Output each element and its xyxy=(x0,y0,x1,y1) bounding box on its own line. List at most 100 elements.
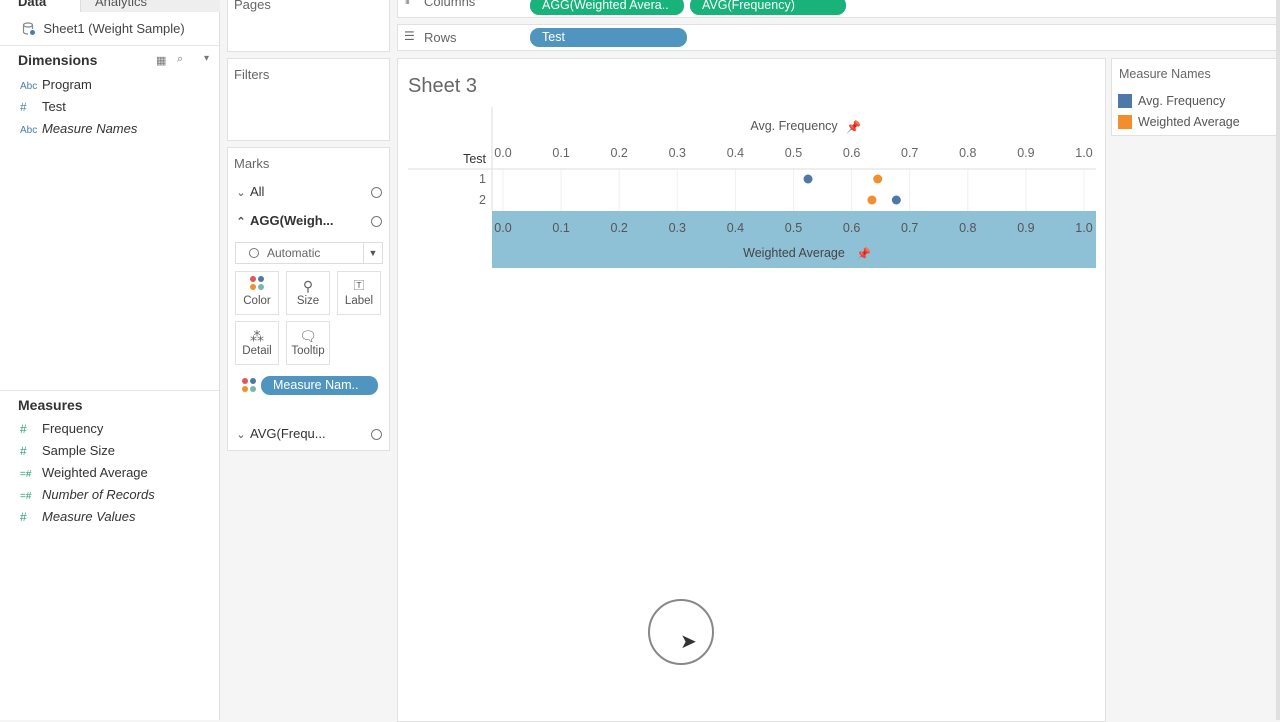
legend-swatch xyxy=(1118,115,1132,129)
field-label: Weighted Average xyxy=(42,465,148,480)
marks-agg-row[interactable]: ⌃ AGG(Weigh... xyxy=(228,208,388,234)
circle-mark-icon xyxy=(371,429,382,440)
string-type-icon: Abc xyxy=(20,125,38,136)
field-frequency[interactable]: # Frequency xyxy=(20,419,103,439)
bottom-tick-label: 0.7 xyxy=(901,221,918,235)
field-measure-values[interactable]: # Measure Values xyxy=(20,507,135,527)
row-labels: 12 xyxy=(479,172,486,207)
top-axis-title: Avg. Frequency xyxy=(750,119,838,133)
field-label: Measure Names xyxy=(42,121,138,136)
bottom-tick-label: 0.2 xyxy=(611,221,628,235)
legend-item-weighted-average[interactable]: Weighted Average xyxy=(1118,113,1240,131)
tooltip-label: Tooltip xyxy=(291,345,325,357)
bottom-tick-label: 1.0 xyxy=(1075,221,1092,235)
datasource-item[interactable]: Sheet1 (Weight Sample) xyxy=(22,21,185,36)
datasource-name: Sheet1 (Weight Sample) xyxy=(43,21,185,36)
right-scrollbar[interactable] xyxy=(1276,0,1280,720)
label-icon: 🅃 xyxy=(353,280,365,292)
view-toggle-icon[interactable]: ▦ xyxy=(156,54,166,67)
color-button[interactable]: Color xyxy=(235,271,279,315)
legend-title: Measure Names xyxy=(1119,67,1211,81)
search-icon[interactable]: ⌕ xyxy=(177,53,183,66)
filters-shelf[interactable]: Filters xyxy=(227,58,390,141)
string-type-icon: Abc xyxy=(20,81,38,92)
marks-avg-row[interactable]: ⌄ AVG(Frequ... xyxy=(228,421,388,447)
tab-data[interactable]: Data xyxy=(0,0,80,12)
top-tick-label: 0.9 xyxy=(1017,146,1034,160)
mark-type-value: Automatic xyxy=(267,246,321,260)
marks-card: Marks ⌄ All ⌃ AGG(Weigh... Automatic ▼ Col… xyxy=(227,147,390,451)
top-tick-label: 0.0 xyxy=(494,146,511,160)
tooltip-button[interactable]: 🗨 Tooltip xyxy=(286,321,330,365)
data-point xyxy=(867,195,877,205)
measures-title: Measures xyxy=(18,397,83,413)
top-axis-ticks: 0.0 0.1 0.2 0.3 0.4 0.5 0.6 0.7 0.8 0.9 1.0 xyxy=(494,146,1092,160)
chart-marks xyxy=(803,174,901,205)
size-icon: ⚲ xyxy=(302,278,314,294)
marks-agg-label: AGG(Weigh... xyxy=(250,213,334,228)
row-header: Test xyxy=(463,152,486,166)
chevron-down-icon: ⌄ xyxy=(236,187,246,199)
number-type-icon: # xyxy=(20,422,27,436)
marks-all-row[interactable]: ⌄ All xyxy=(228,179,388,205)
field-measure-names[interactable]: Abc Measure Names xyxy=(20,119,137,139)
size-button[interactable]: ⚲ Size xyxy=(286,271,330,315)
chevron-down-icon[interactable]: ▾ xyxy=(204,53,209,64)
measure-names-pill[interactable]: Measure Nam.. xyxy=(261,376,378,395)
mark-type-select[interactable]: Automatic ▼ xyxy=(235,242,383,264)
pin-icon: 📌 xyxy=(856,246,871,261)
field-number-of-records[interactable]: =# Number of Records xyxy=(20,485,155,505)
label-button[interactable]: 🅃 Label xyxy=(337,271,381,315)
field-label: Frequency xyxy=(42,421,104,436)
detail-button[interactable]: ⁂ Detail xyxy=(235,321,279,365)
filters-title: Filters xyxy=(234,67,270,82)
top-tick-label: 0.5 xyxy=(785,146,802,160)
columns-pill[interactable]: AVG(Frequency) xyxy=(690,0,846,15)
chevron-down-icon[interactable]: ▾ xyxy=(209,0,214,3)
marks-title: Marks xyxy=(234,156,270,171)
data-point xyxy=(803,174,813,184)
rows-pill-test[interactable]: Test xyxy=(530,28,687,47)
columns-icon: ⦀ xyxy=(405,0,410,7)
number-type-icon: # xyxy=(20,100,27,114)
color-icon xyxy=(236,275,278,295)
bottom-tick-label: 0.1 xyxy=(552,221,569,235)
bottom-tick-label: 0.4 xyxy=(727,221,744,235)
calculated-number-icon: =# xyxy=(20,491,32,502)
field-program[interactable]: Abc Program xyxy=(20,75,92,95)
chart: Avg. Frequency 📌 Test Weighted Average 📌… xyxy=(408,107,1096,268)
color-legend[interactable]: Measure Names Avg. Frequency Weighted Av… xyxy=(1111,58,1277,136)
database-icon xyxy=(22,22,36,36)
tab-data-label: Data xyxy=(18,0,47,9)
view-canvas[interactable]: Sheet 3 Avg. Frequency 📌 Test Weighted A… xyxy=(397,58,1106,722)
columns-label: Columns xyxy=(424,0,476,9)
bottom-tick-label: 0.3 xyxy=(669,221,686,235)
top-tick-label: 0.6 xyxy=(843,146,860,160)
data-point xyxy=(873,174,883,184)
field-weighted-average[interactable]: =# Weighted Average xyxy=(20,463,148,483)
field-sample-size[interactable]: # Sample Size xyxy=(20,441,115,461)
rows-shelf[interactable]: ☰ Rows Test xyxy=(397,24,1280,51)
bottom-axis-title: Weighted Average xyxy=(743,246,845,260)
field-label: Test xyxy=(42,99,66,114)
chevron-down-icon[interactable]: ▼ xyxy=(363,243,382,263)
columns-shelf[interactable]: ⦀ Columns AGG(Weighted Avera.. AVG(Frequ… xyxy=(397,0,1280,18)
tab-analytics[interactable]: Analytics ▾ xyxy=(80,0,220,12)
circle-mark-icon xyxy=(371,187,382,198)
field-test[interactable]: # Test xyxy=(20,97,66,117)
top-tick-label: 0.7 xyxy=(901,146,918,160)
bottom-tick-label: 0.6 xyxy=(843,221,860,235)
pages-shelf[interactable]: Pages xyxy=(227,0,390,52)
marks-all-label: All xyxy=(250,184,265,199)
columns-pill[interactable]: AGG(Weighted Avera.. xyxy=(530,0,684,15)
top-tick-label: 0.2 xyxy=(611,146,628,160)
bottom-tick-label: 0.9 xyxy=(1017,221,1034,235)
top-tick-label: 0.4 xyxy=(727,146,744,160)
gridlines xyxy=(502,169,1085,211)
dimensions-title: Dimensions xyxy=(18,52,98,68)
field-label: Sample Size xyxy=(42,443,115,458)
marks-avg-label: AVG(Frequ... xyxy=(250,426,326,441)
legend-item-avg-frequency[interactable]: Avg. Frequency xyxy=(1118,92,1225,110)
bottom-tick-label: 0.0 xyxy=(494,221,511,235)
number-type-icon: # xyxy=(20,510,27,524)
